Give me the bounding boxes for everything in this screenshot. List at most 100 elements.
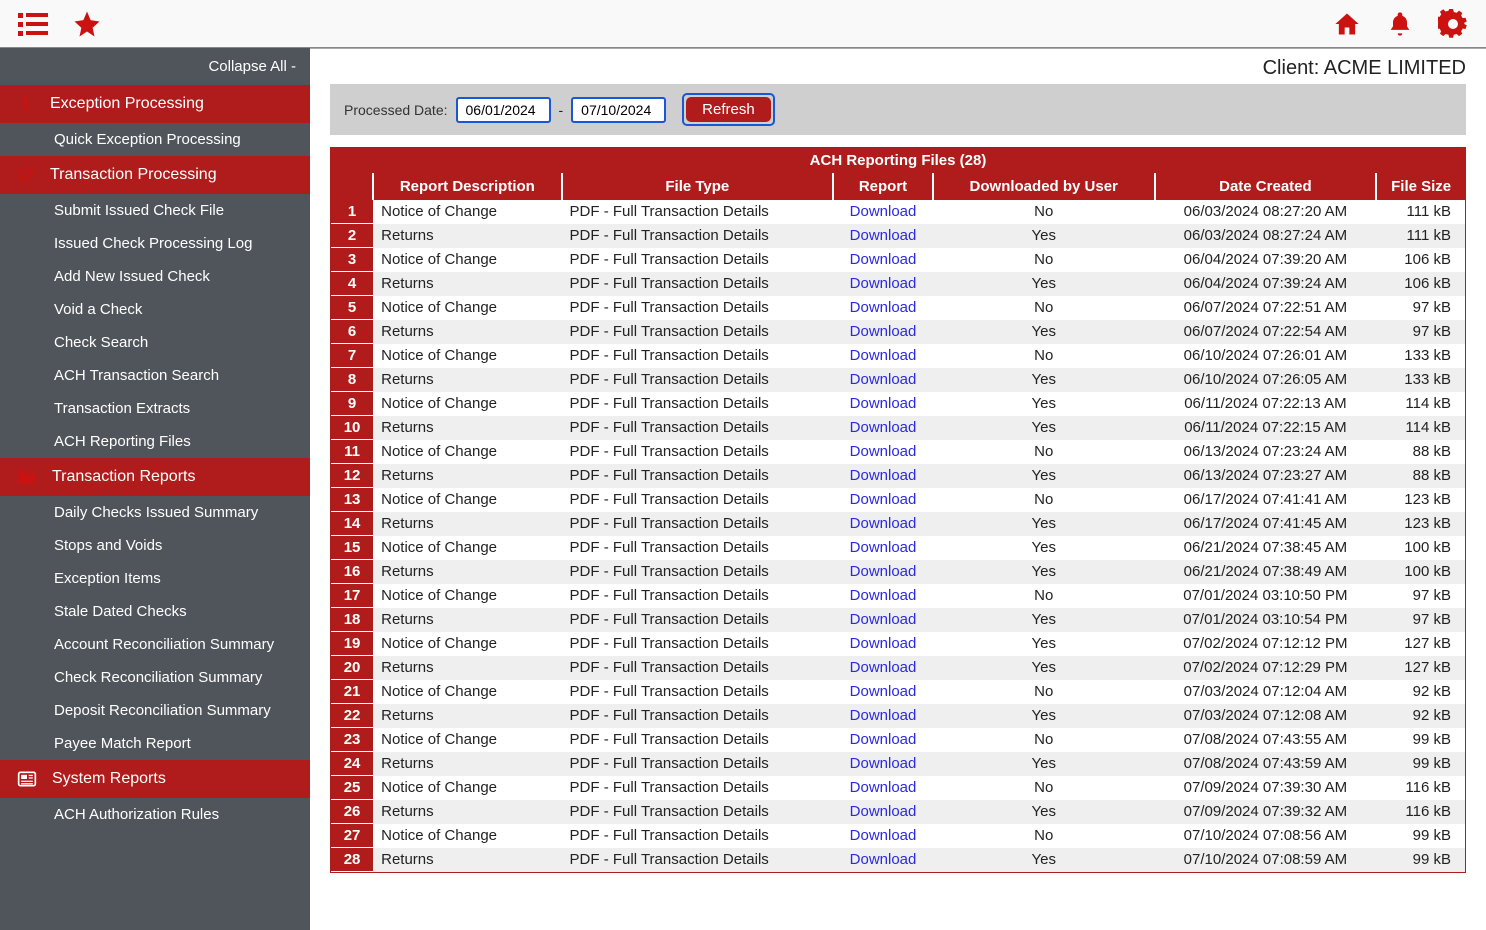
table-row: 8ReturnsPDF - Full Transaction DetailsDo…	[331, 368, 1465, 392]
download-link[interactable]: Download	[850, 443, 917, 460]
collapse-all-toggle[interactable]: Collapse All -	[0, 48, 310, 85]
download-link[interactable]: Download	[850, 395, 917, 412]
nav-section-transaction-processing[interactable]: Transaction Processing	[0, 156, 310, 194]
nav-item-account-reconciliation-summary[interactable]: Account Reconciliation Summary	[0, 628, 310, 661]
download-link[interactable]: Download	[850, 227, 917, 244]
file-size: 114 kB	[1376, 392, 1465, 416]
report-description: Returns	[373, 464, 561, 488]
download-link[interactable]: Download	[850, 515, 917, 532]
downloaded-by-user: Yes	[933, 416, 1155, 440]
col-header-5[interactable]: Date Created	[1155, 173, 1377, 200]
download-link[interactable]: Download	[850, 299, 917, 316]
download-link[interactable]: Download	[850, 779, 917, 796]
col-header-2[interactable]: File Type	[562, 173, 834, 200]
nav-item-submit-issued-check-file[interactable]: Submit Issued Check File	[0, 194, 310, 227]
col-header-3[interactable]: Report	[833, 173, 933, 200]
file-type: PDF - Full Transaction Details	[562, 536, 834, 560]
row-number: 18	[331, 608, 373, 632]
col-header-1[interactable]: Report Description	[373, 173, 561, 200]
row-number: 11	[331, 440, 373, 464]
col-header-4[interactable]: Downloaded by User	[933, 173, 1155, 200]
col-header-6[interactable]: File Size	[1376, 173, 1465, 200]
download-link[interactable]: Download	[850, 323, 917, 340]
download-link[interactable]: Download	[850, 659, 917, 676]
download-link[interactable]: Download	[850, 683, 917, 700]
nav-item-add-new-issued-check[interactable]: Add New Issued Check	[0, 260, 310, 293]
download-link[interactable]: Download	[850, 731, 917, 748]
download-link[interactable]: Download	[850, 563, 917, 580]
nav-section-transaction-reports[interactable]: Transaction Reports	[0, 458, 310, 496]
nav-item-ach-reporting-files[interactable]: ACH Reporting Files	[0, 425, 310, 458]
download-link[interactable]: Download	[850, 275, 917, 292]
table-row: 23Notice of ChangePDF - Full Transaction…	[331, 728, 1465, 752]
download-link[interactable]: Download	[850, 827, 917, 844]
home-icon[interactable]	[1332, 10, 1362, 38]
report-description: Returns	[373, 224, 561, 248]
report-cell: Download	[833, 536, 933, 560]
row-number: 9	[331, 392, 373, 416]
file-size: 116 kB	[1376, 800, 1465, 824]
download-link[interactable]: Download	[850, 851, 917, 868]
nav-item-void-a-check[interactable]: Void a Check	[0, 293, 310, 326]
file-size: 99 kB	[1376, 752, 1465, 776]
download-link[interactable]: Download	[850, 587, 917, 604]
download-link[interactable]: Download	[850, 347, 917, 364]
download-link[interactable]: Download	[850, 371, 917, 388]
file-size: 97 kB	[1376, 296, 1465, 320]
nav-section-system-reports[interactable]: System Reports	[0, 760, 310, 798]
download-link[interactable]: Download	[850, 539, 917, 556]
nav-item-ach-authorization-rules[interactable]: ACH Authorization Rules	[0, 798, 310, 831]
file-type: PDF - Full Transaction Details	[562, 776, 834, 800]
nav-item-stale-dated-checks[interactable]: Stale Dated Checks	[0, 595, 310, 628]
download-link[interactable]: Download	[850, 803, 917, 820]
menu-list-icon[interactable]	[18, 11, 48, 37]
bell-icon[interactable]	[1386, 9, 1414, 39]
date-created: 06/07/2024 07:22:54 AM	[1155, 320, 1377, 344]
nav-item-check-search[interactable]: Check Search	[0, 326, 310, 359]
report-cell: Download	[833, 296, 933, 320]
col-header-0[interactable]	[331, 173, 373, 200]
download-link[interactable]: Download	[850, 491, 917, 508]
file-type: PDF - Full Transaction Details	[562, 344, 834, 368]
download-link[interactable]: Download	[850, 755, 917, 772]
nav-item-quick-exception-processing[interactable]: Quick Exception Processing	[0, 123, 310, 156]
nav-item-deposit-reconciliation-summary[interactable]: Deposit Reconciliation Summary	[0, 694, 310, 727]
nav-item-stops-and-voids[interactable]: Stops and Voids	[0, 529, 310, 562]
date-created: 07/01/2024 03:10:50 PM	[1155, 584, 1377, 608]
report-description: Notice of Change	[373, 680, 561, 704]
nav-item-payee-match-report[interactable]: Payee Match Report	[0, 727, 310, 760]
table-row: 24ReturnsPDF - Full Transaction DetailsD…	[331, 752, 1465, 776]
gear-icon[interactable]	[1438, 9, 1468, 39]
date-from-input[interactable]	[456, 97, 551, 123]
nav-item-issued-check-processing-log[interactable]: Issued Check Processing Log	[0, 227, 310, 260]
nav-section-exception-processing[interactable]: Exception Processing	[0, 85, 310, 123]
report-cell: Download	[833, 728, 933, 752]
file-type: PDF - Full Transaction Details	[562, 608, 834, 632]
download-link[interactable]: Download	[850, 203, 917, 220]
row-number: 8	[331, 368, 373, 392]
download-link[interactable]: Download	[850, 707, 917, 724]
file-size: 114 kB	[1376, 416, 1465, 440]
download-link[interactable]: Download	[850, 419, 917, 436]
nav-item-daily-checks-issued-summary[interactable]: Daily Checks Issued Summary	[0, 496, 310, 529]
nav-item-check-reconciliation-summary[interactable]: Check Reconciliation Summary	[0, 661, 310, 694]
download-link[interactable]: Download	[850, 635, 917, 652]
nav-item-transaction-extracts[interactable]: Transaction Extracts	[0, 392, 310, 425]
date-created: 07/08/2024 07:43:59 AM	[1155, 752, 1377, 776]
nav-item-ach-transaction-search[interactable]: ACH Transaction Search	[0, 359, 310, 392]
table-row: 12ReturnsPDF - Full Transaction DetailsD…	[331, 464, 1465, 488]
download-link[interactable]: Download	[850, 251, 917, 268]
refresh-button[interactable]: Refresh	[686, 97, 771, 122]
date-to-input[interactable]	[571, 97, 666, 123]
row-number: 16	[331, 560, 373, 584]
star-icon[interactable]	[72, 9, 102, 39]
nav-item-exception-items[interactable]: Exception Items	[0, 562, 310, 595]
file-size: 106 kB	[1376, 248, 1465, 272]
download-link[interactable]: Download	[850, 611, 917, 628]
row-number: 12	[331, 464, 373, 488]
date-created: 06/03/2024 08:27:24 AM	[1155, 224, 1377, 248]
file-size: 111 kB	[1376, 224, 1465, 248]
downloaded-by-user: No	[933, 200, 1155, 224]
download-link[interactable]: Download	[850, 467, 917, 484]
downloaded-by-user: No	[933, 440, 1155, 464]
